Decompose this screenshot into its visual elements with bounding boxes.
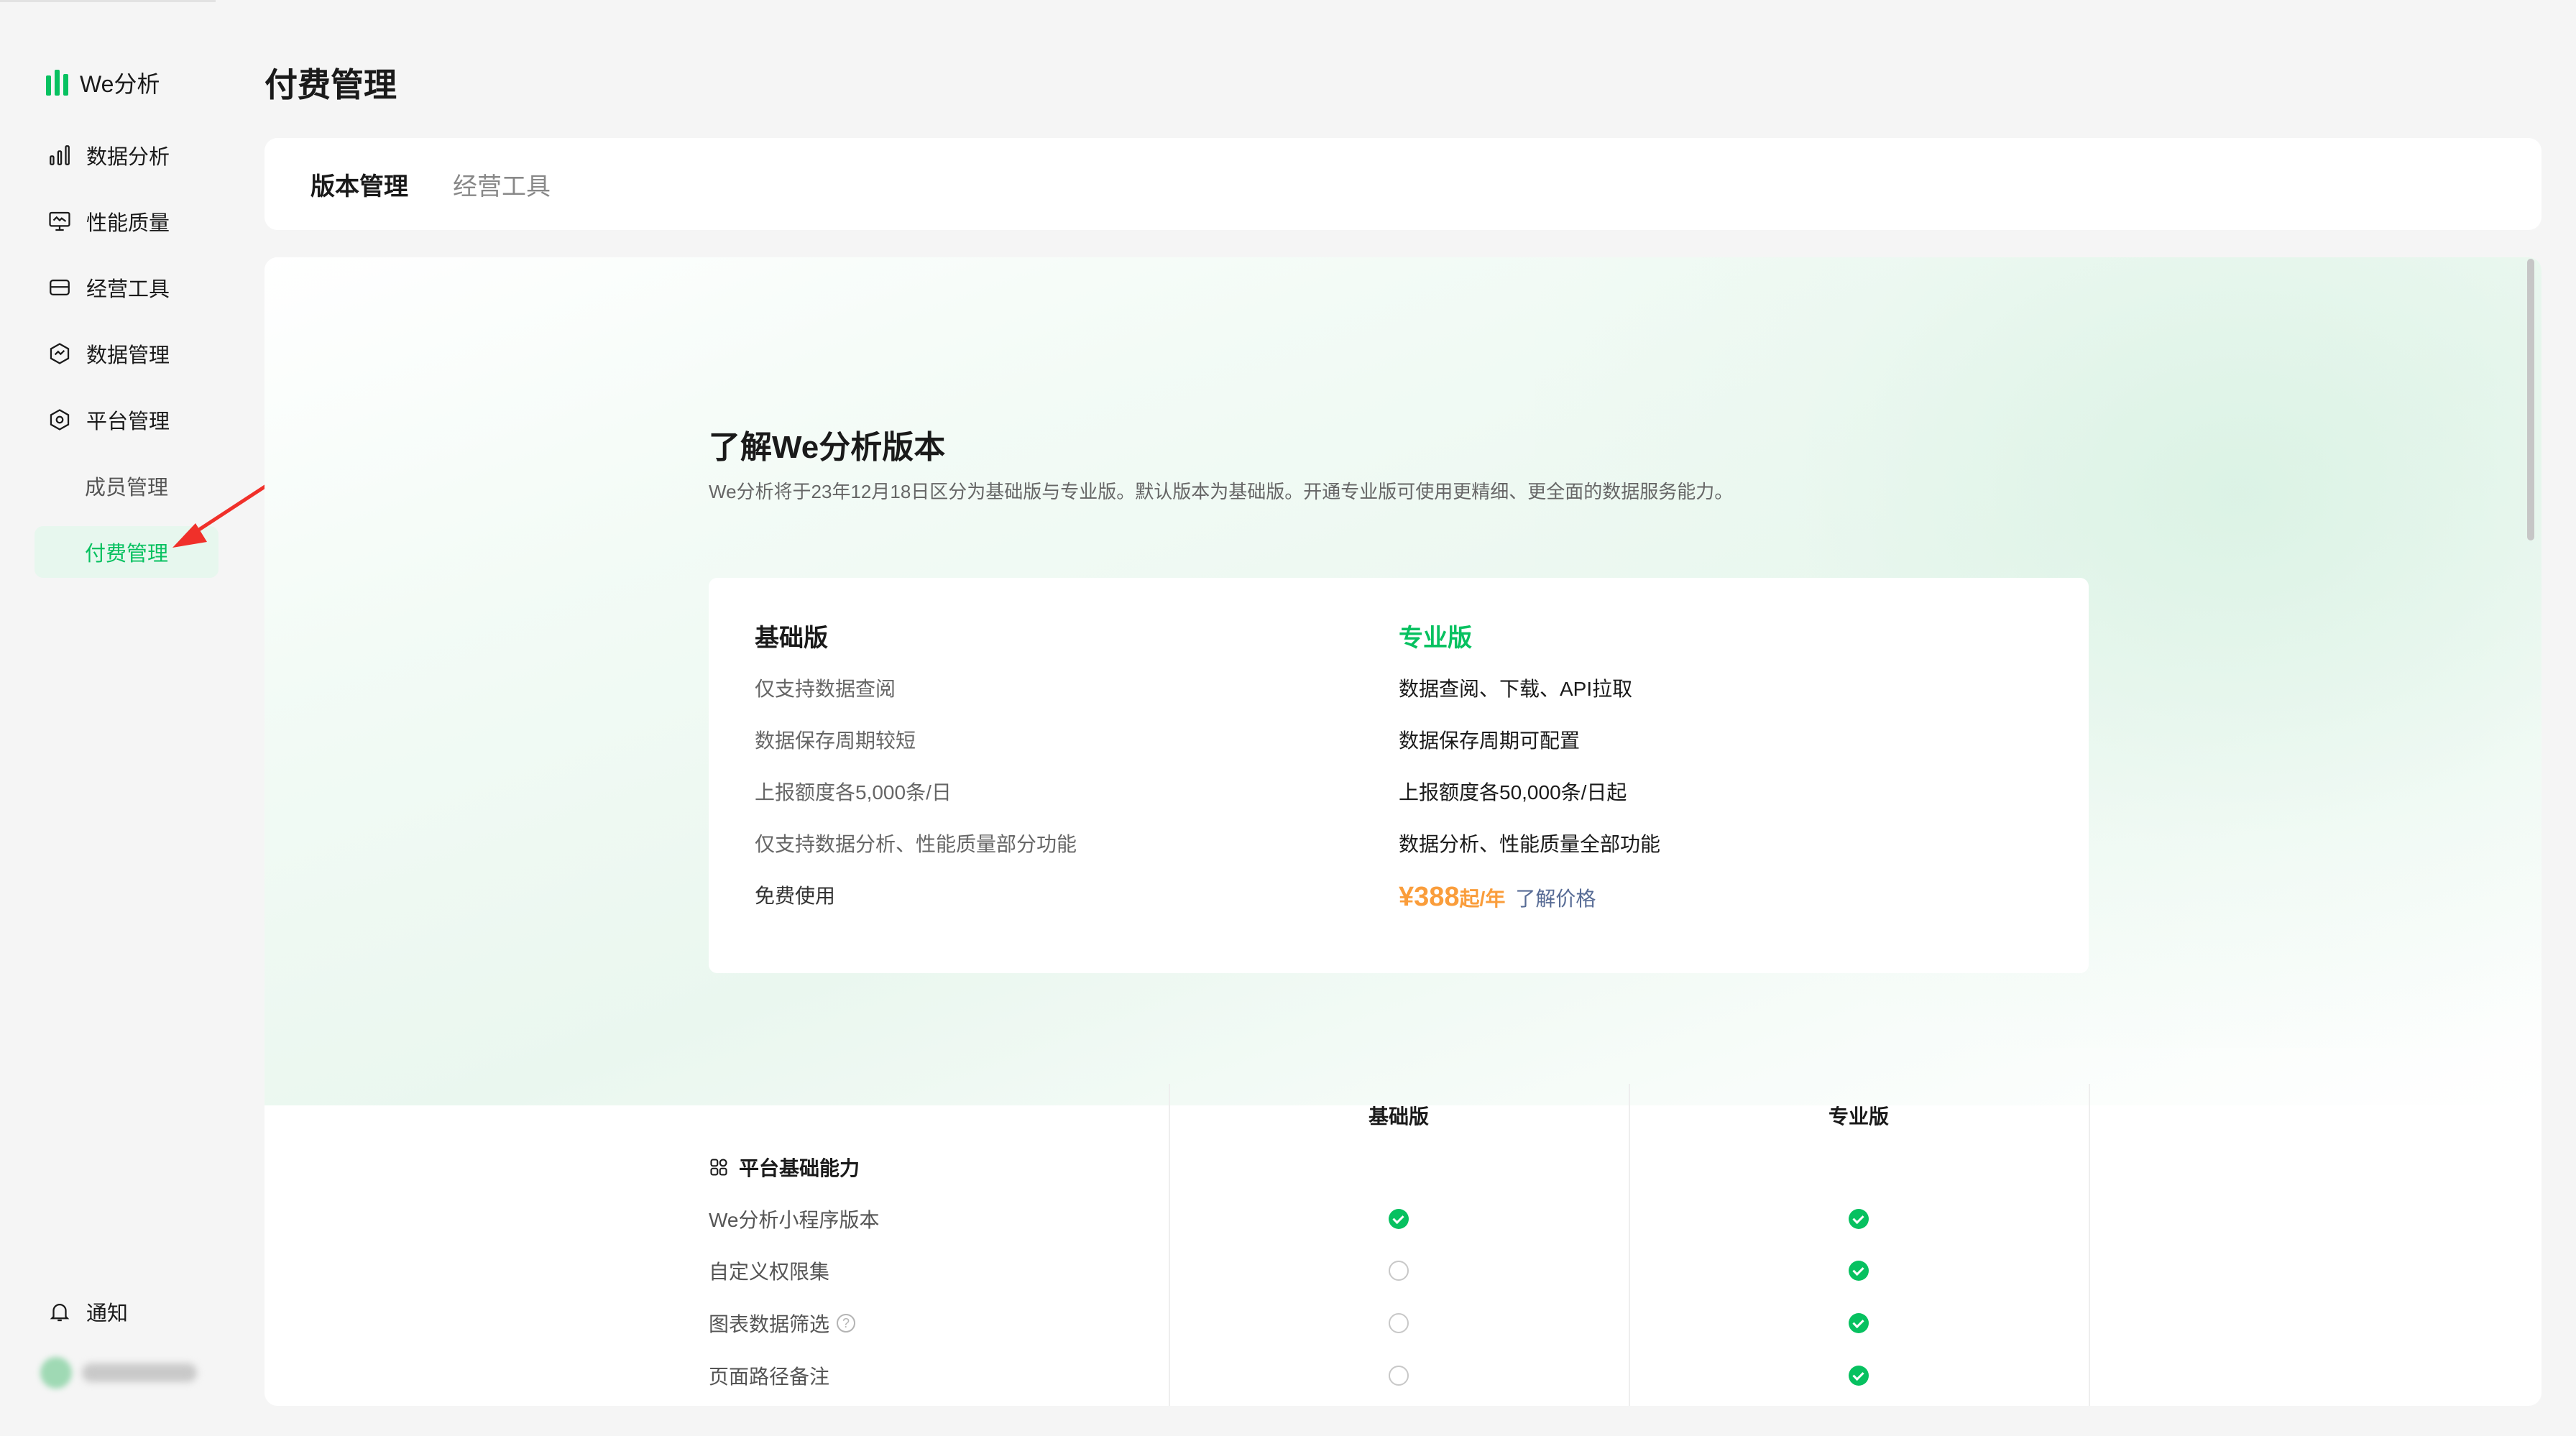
pro-feature: 上报额度各50,000条/日起 [1399, 781, 1627, 804]
basic-feature: 上报额度各5,000条/日 [755, 781, 952, 804]
hexagon-chart-icon [50, 343, 70, 364]
feature-name: 自定义权限集 [709, 1261, 830, 1283]
feature-name: 图表数据筛选 [709, 1313, 830, 1335]
pro-feature: 数据查阅、下载、API拉取 [1399, 678, 1633, 700]
pro-feature: 数据保存周期可配置 [1399, 729, 1581, 752]
intro-title: 了解We分析版本 [709, 430, 946, 465]
tab-version-management[interactable]: 版本管理 [310, 167, 408, 202]
table-row-label: 图表数据筛选 ? [709, 1309, 856, 1338]
app-logo[interactable]: We分析 [46, 66, 160, 99]
sidebar-item-data-management[interactable]: 数据管理 [34, 321, 218, 387]
content-panel: 了解We分析版本 We分析将于23年12月18日区分为基础版与专业版。默认版本为… [264, 257, 2542, 1406]
pro-price-unit: 起/年 [1459, 888, 1506, 910]
sidebar-item-label: 平台管理 [86, 410, 170, 433]
logo-icon [46, 70, 68, 96]
plan-comparison-card: 基础版 仅支持数据查阅 数据保存周期较短 上报额度各5,000条/日 仅支持数据… [709, 578, 2089, 973]
table-row-label: 页面路径备注 [709, 1361, 829, 1390]
empty-circle-icon [1389, 1261, 1409, 1281]
grid-icon [710, 1159, 727, 1176]
check-icon [1849, 1209, 1869, 1229]
sidebar-item-label: 性能质量 [86, 212, 170, 235]
sidebar-item-data-analysis[interactable]: 数据分析 [34, 122, 218, 188]
notification-button[interactable]: 通知 [47, 1297, 128, 1327]
feature-name: We分析小程序版本 [709, 1209, 880, 1231]
divider [0, 0, 216, 2]
check-icon [1849, 1261, 1869, 1281]
avatar [40, 1357, 72, 1389]
sidebar-item-business-tools[interactable]: 经营工具 [34, 254, 218, 321]
table-row-label: 自定义权限集 [709, 1256, 829, 1285]
column-header-basic: 基础版 [1368, 1105, 1429, 1128]
empty-circle-icon [1389, 1313, 1409, 1333]
basic-feature: 数据保存周期较短 [755, 729, 916, 752]
sidebar-item-performance[interactable]: 性能质量 [34, 188, 218, 254]
basic-plan-title: 基础版 [755, 625, 828, 652]
tab-business-tools[interactable]: 经营工具 [453, 167, 551, 202]
sidebar-item-label: 数据管理 [86, 344, 170, 367]
sidebar-item-label: 经营工具 [86, 278, 170, 301]
empty-circle-icon [1389, 1366, 1409, 1386]
section-title: 平台基础能力 [739, 1157, 860, 1179]
app-name: We分析 [80, 71, 160, 97]
check-icon [1389, 1209, 1409, 1229]
column-header-pro: 专业版 [1828, 1105, 1889, 1128]
column-divider [1629, 1084, 1630, 1406]
section-header: 平台基础能力 [709, 1153, 860, 1182]
column-divider [2089, 1084, 2090, 1406]
scrollbar[interactable] [2527, 259, 2534, 540]
hexagon-settings-icon [50, 409, 70, 431]
notification-label: 通知 [86, 1302, 129, 1325]
intro-description: We分析将于23年12月18日区分为基础版与专业版。默认版本为基础版。开通专业版… [709, 481, 1734, 502]
feature-name: 页面路径备注 [709, 1366, 830, 1388]
pro-feature: 数据分析、性能质量全部功能 [1399, 833, 1661, 855]
basic-feature: 仅支持数据分析、性能质量部分功能 [755, 833, 1077, 855]
help-icon[interactable]: ? [837, 1314, 856, 1333]
monitor-icon [49, 211, 70, 231]
tab-bar: 版本管理 经营工具 [264, 138, 2542, 230]
user-account[interactable] [40, 1357, 197, 1389]
pro-plan-title: 专业版 [1399, 625, 1472, 652]
feature-comparison-table: 基础版 专业版 平台基础能力 We分析小程序版本 自定义权限集 图表数据筛选 ?… [709, 1084, 2355, 1406]
user-name-redacted [82, 1363, 197, 1382]
column-divider [1169, 1084, 1170, 1406]
page-title: 付费管理 [264, 66, 397, 103]
bell-icon [50, 1304, 70, 1322]
pro-price-amount: ¥388 [1399, 882, 1460, 912]
learn-price-link[interactable]: 了解价格 [1515, 883, 1596, 912]
card-icon [50, 279, 70, 296]
sidebar-item-platform-management[interactable]: 平台管理 [34, 387, 218, 453]
check-icon [1849, 1313, 1869, 1333]
table-row-label: We分析小程序版本 [709, 1205, 880, 1233]
sidebar: We分析 数据分析 性能质量 经营工具 数据管理 平台管理 成员管理 付费管理 … [0, 0, 219, 1436]
check-icon [1849, 1366, 1869, 1386]
basic-feature: 仅支持数据查阅 [755, 678, 896, 700]
bar-chart-icon [50, 145, 70, 165]
basic-plan-column: 基础版 仅支持数据查阅 数据保存周期较短 上报额度各5,000条/日 仅支持数据… [755, 618, 1077, 934]
sidebar-item-label: 数据分析 [86, 146, 170, 169]
basic-price: 免费使用 [755, 885, 836, 907]
pro-price: ¥388 起/年 了解价格 [1399, 882, 1660, 913]
pro-plan-column: 专业版 数据查阅、下载、API拉取 数据保存周期可配置 上报额度各50,000条… [1399, 618, 1660, 913]
